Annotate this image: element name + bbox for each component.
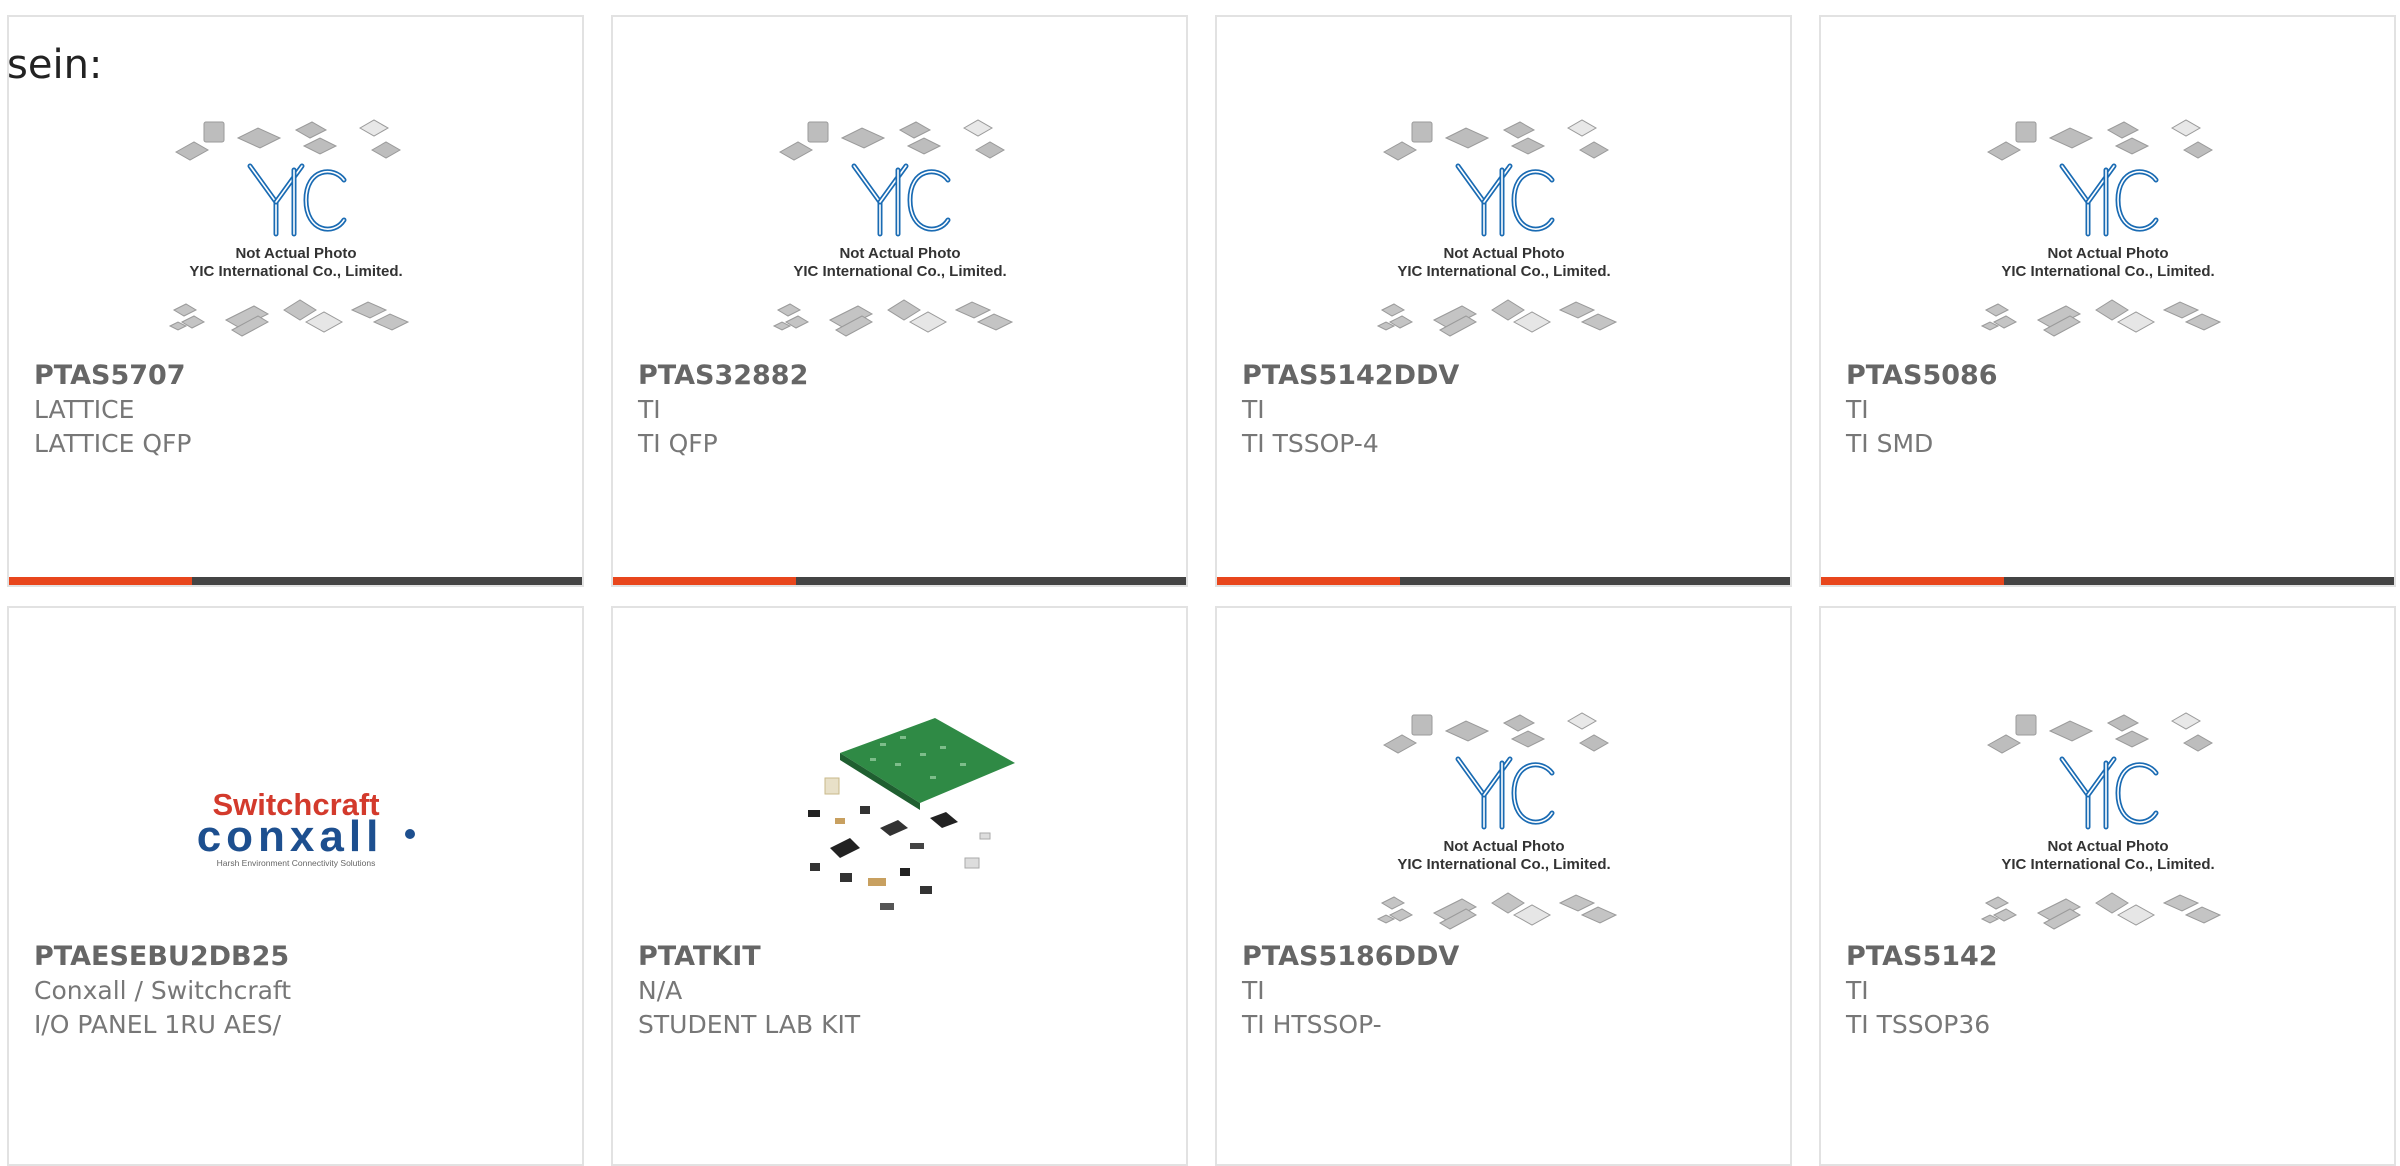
yic-logo-icon [2059, 163, 2158, 237]
not-actual-photo-text: Not Actual Photo [235, 245, 356, 262]
chip-packages-bottom [1980, 299, 2221, 337]
placeholder-photo: Not Actual Photo YIC International Co., … [1980, 119, 2221, 337]
product-image[interactable]: Not Actual Photo YIC International Co., … [1821, 678, 2394, 978]
product-image[interactable]: Not Actual Photo YIC International Co., … [613, 105, 1186, 365]
chip-packages-top [1382, 712, 1609, 754]
chip-packages-bottom [168, 299, 409, 337]
company-name-text: YIC International Co., Limited. [2001, 263, 2214, 280]
part-number[interactable]: PTAESEBU2DB25 [34, 940, 572, 974]
product-card[interactable]: Not Actual Photo YIC International Co., … [611, 15, 1188, 587]
product-image[interactable]: Not Actual Photo YIC International Co., … [1821, 105, 2394, 365]
chip-packages-top [1986, 119, 2213, 161]
product-image[interactable]: Not Actual Photo YIC International Co., … [9, 105, 582, 365]
yic-logo-icon [247, 163, 346, 237]
chip-packages-bottom [1980, 892, 2221, 930]
card-bottom-bar [1217, 577, 1790, 585]
manufacturer: N/A [638, 976, 683, 1005]
product-image[interactable]: Not Actual Photo YIC International Co., … [1217, 105, 1790, 365]
chip-packages-top [1986, 712, 2213, 754]
part-number[interactable]: PTAS5086 [1846, 359, 2384, 393]
logo-tagline-text: Harsh Environment Connectivity Solutions [216, 858, 375, 868]
chip-packages-bottom [1376, 299, 1617, 337]
logo-conxall-text: conxall [196, 812, 383, 861]
product-image[interactable] [613, 678, 1186, 978]
placeholder-photo: Not Actual Photo YIC International Co., … [1376, 119, 1617, 337]
company-name-text: YIC International Co., Limited. [2001, 856, 2214, 873]
yic-logo-icon [1455, 163, 1554, 237]
chip-packages-top [174, 119, 401, 161]
company-name-text: YIC International Co., Limited. [1397, 856, 1610, 873]
card-bottom-bar [9, 577, 582, 585]
product-image[interactable]: Switchcraft conxall Harsh Environment Co… [9, 678, 582, 978]
description: LATTICE QFP [34, 429, 192, 458]
description: TI SMD [1846, 429, 1934, 458]
product-card[interactable]: Switchcraft conxall Harsh Environment Co… [7, 606, 584, 1166]
yic-logo-icon [2059, 756, 2158, 830]
company-name-text: YIC International Co., Limited. [1397, 263, 1610, 280]
product-card[interactable]: Not Actual Photo YIC International Co., … [1819, 15, 2396, 587]
description: TI TSSOP36 [1846, 1010, 1991, 1039]
manufacturer: TI [638, 395, 661, 424]
manufacturer: LATTICE [34, 395, 135, 424]
manufacturer: TI [1846, 395, 1869, 424]
registered-mark-icon [404, 829, 415, 839]
pcb-kit-photo [807, 718, 1015, 910]
description: STUDENT LAB KIT [638, 1010, 861, 1039]
chip-packages-top [778, 119, 1005, 161]
part-number[interactable]: PTAS5186DDV [1242, 940, 1780, 974]
not-actual-photo-text: Not Actual Photo [839, 245, 960, 262]
placeholder-photo: Not Actual Photo YIC International Co., … [772, 119, 1013, 337]
part-number[interactable]: PTAS5142DDV [1242, 359, 1780, 393]
description: I/O PANEL 1RU AES/ [34, 1010, 282, 1039]
company-name-text: YIC International Co., Limited. [189, 263, 402, 280]
not-actual-photo-text: Not Actual Photo [1443, 838, 1564, 855]
chip-packages-bottom [1376, 892, 1617, 930]
product-card[interactable]: Not Actual Photo YIC International Co., … [1215, 606, 1792, 1166]
manufacturer: TI [1242, 395, 1265, 424]
description: TI HTSSOP- [1242, 1010, 1382, 1039]
product-card[interactable]: PTATKIT N/A STUDENT LAB KIT [611, 606, 1188, 1166]
chip-packages-top [1382, 119, 1609, 161]
not-actual-photo-text: Not Actual Photo [1443, 245, 1564, 262]
card-bottom-bar [1821, 577, 2394, 585]
product-card[interactable]: Not Actual Photo YIC International Co., … [1215, 15, 1792, 587]
yic-logo-icon [1455, 756, 1554, 830]
product-image[interactable]: Not Actual Photo YIC International Co., … [1217, 678, 1790, 978]
manufacturer: TI [1242, 976, 1265, 1005]
description: TI QFP [638, 429, 718, 458]
part-number[interactable]: PTATKIT [638, 940, 1176, 974]
part-number[interactable]: PTAS5707 [34, 359, 572, 393]
chip-packages-bottom [772, 299, 1013, 337]
company-name-text: YIC International Co., Limited. [793, 263, 1006, 280]
product-card[interactable]: Not Actual Photo YIC International Co., … [7, 15, 584, 587]
not-actual-photo-text: Not Actual Photo [2047, 245, 2168, 262]
placeholder-photo: Not Actual Photo YIC International Co., … [1376, 712, 1617, 930]
manufacturer: Conxall / Switchcraft [34, 976, 292, 1005]
not-actual-photo-text: Not Actual Photo [2047, 838, 2168, 855]
description: TI TSSOP-4 [1242, 429, 1379, 458]
placeholder-photo: Not Actual Photo YIC International Co., … [168, 119, 409, 337]
intro-text: sein: [7, 42, 103, 88]
part-number[interactable]: PTAS32882 [638, 359, 1176, 393]
card-bottom-bar [613, 577, 1186, 585]
placeholder-photo: Not Actual Photo YIC International Co., … [1980, 712, 2221, 930]
part-number[interactable]: PTAS5142 [1846, 940, 2384, 974]
switchcraft-conxall-logo: Switchcraft conxall Harsh Environment Co… [196, 787, 415, 868]
product-card[interactable]: Not Actual Photo YIC International Co., … [1819, 606, 2396, 1166]
manufacturer: TI [1846, 976, 1869, 1005]
yic-logo-icon [851, 163, 950, 237]
